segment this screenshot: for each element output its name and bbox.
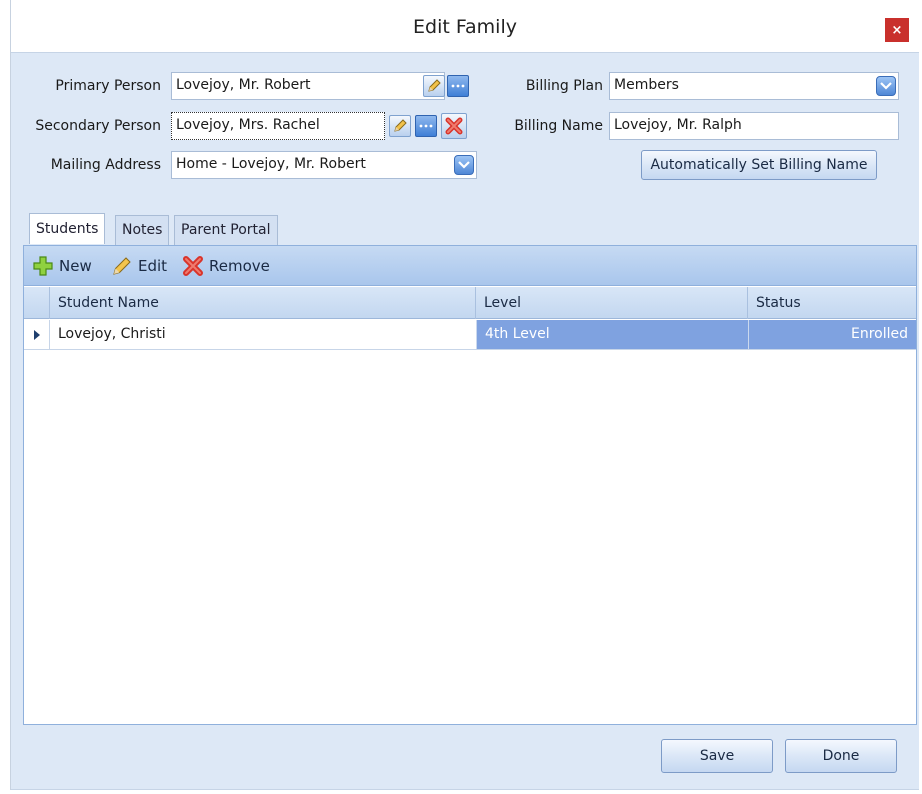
row-indicator xyxy=(24,320,50,349)
pencil-icon xyxy=(394,119,407,132)
primary-person-label: Primary Person xyxy=(55,78,161,94)
mailing-address-select[interactable]: Home - Lovejoy, Mr. Robert xyxy=(171,151,477,179)
close-button[interactable]: × xyxy=(885,18,909,42)
new-label: New xyxy=(59,257,92,275)
billing-plan-dropdown-button[interactable] xyxy=(876,76,896,96)
ellipsis-icon xyxy=(451,84,465,88)
column-header-level[interactable]: Level xyxy=(476,287,748,319)
title-bar: Edit Family × xyxy=(11,0,919,52)
edit-button[interactable]: Edit xyxy=(111,255,167,277)
cell-level[interactable]: 4th Level xyxy=(476,320,748,349)
done-button[interactable]: Done xyxy=(785,739,897,773)
secondary-person-label: Secondary Person xyxy=(35,118,161,134)
save-button[interactable]: Save xyxy=(661,739,773,773)
billing-name-label: Billing Name xyxy=(514,118,603,134)
edit-label: Edit xyxy=(138,257,168,275)
tab-notes[interactable]: Notes xyxy=(115,215,170,245)
secondary-person-field[interactable]: Lovejoy, Mrs. Rachel xyxy=(171,112,385,140)
dialog-body: Primary Person Lovejoy, Mr. Robert Secon… xyxy=(11,52,919,790)
column-header-status[interactable]: Status xyxy=(748,287,916,319)
primary-person-field[interactable]: Lovejoy, Mr. Robert xyxy=(171,72,445,100)
remove-label: Remove xyxy=(209,257,270,275)
window-title: Edit Family xyxy=(413,16,517,38)
billing-name-field[interactable]: Lovejoy, Mr. Ralph xyxy=(609,112,899,140)
table-row[interactable]: Lovejoy, Christi 4th Level Enrolled xyxy=(24,320,916,350)
remove-button[interactable]: Remove xyxy=(182,255,270,277)
secondary-person-remove-button[interactable] xyxy=(441,113,467,139)
plus-icon xyxy=(33,256,53,276)
chevron-down-icon xyxy=(458,161,470,169)
edit-family-window: Edit Family × Primary Person Lovejoy, Mr… xyxy=(10,0,919,790)
pencil-icon xyxy=(428,79,441,92)
primary-person-browse-button[interactable] xyxy=(447,75,469,97)
mailing-address-dropdown-button[interactable] xyxy=(454,155,474,175)
mailing-address-label: Mailing Address xyxy=(50,157,161,173)
billing-plan-select[interactable]: Members xyxy=(609,72,899,100)
students-toolbar: New Edit Remove xyxy=(24,246,916,286)
cell-student-name[interactable]: Lovejoy, Christi xyxy=(50,320,476,349)
row-indicator-header xyxy=(24,287,50,319)
current-row-arrow-icon xyxy=(33,329,40,340)
tab-parent-portal[interactable]: Parent Portal xyxy=(174,215,278,245)
secondary-person-browse-button[interactable] xyxy=(415,115,437,137)
red-x-icon xyxy=(183,256,203,276)
red-x-icon xyxy=(445,117,463,135)
billing-plan-label: Billing Plan xyxy=(525,78,603,94)
column-header-student-name[interactable]: Student Name xyxy=(50,287,476,319)
ellipsis-icon xyxy=(419,124,433,128)
auto-set-billing-name-button[interactable]: Automatically Set Billing Name xyxy=(641,150,877,180)
grid-header: Student Name Level Status xyxy=(24,287,916,319)
secondary-person-edit-button[interactable] xyxy=(389,115,411,137)
students-panel: New Edit Remove Student Name Level Statu… xyxy=(23,245,917,725)
pencil-icon xyxy=(113,257,131,275)
tab-students[interactable]: Students xyxy=(29,213,106,244)
cell-status[interactable]: Enrolled xyxy=(748,320,916,349)
new-button[interactable]: New xyxy=(32,255,92,277)
chevron-down-icon xyxy=(880,82,892,90)
primary-person-edit-button[interactable] xyxy=(423,75,445,97)
close-icon: × xyxy=(891,22,903,38)
